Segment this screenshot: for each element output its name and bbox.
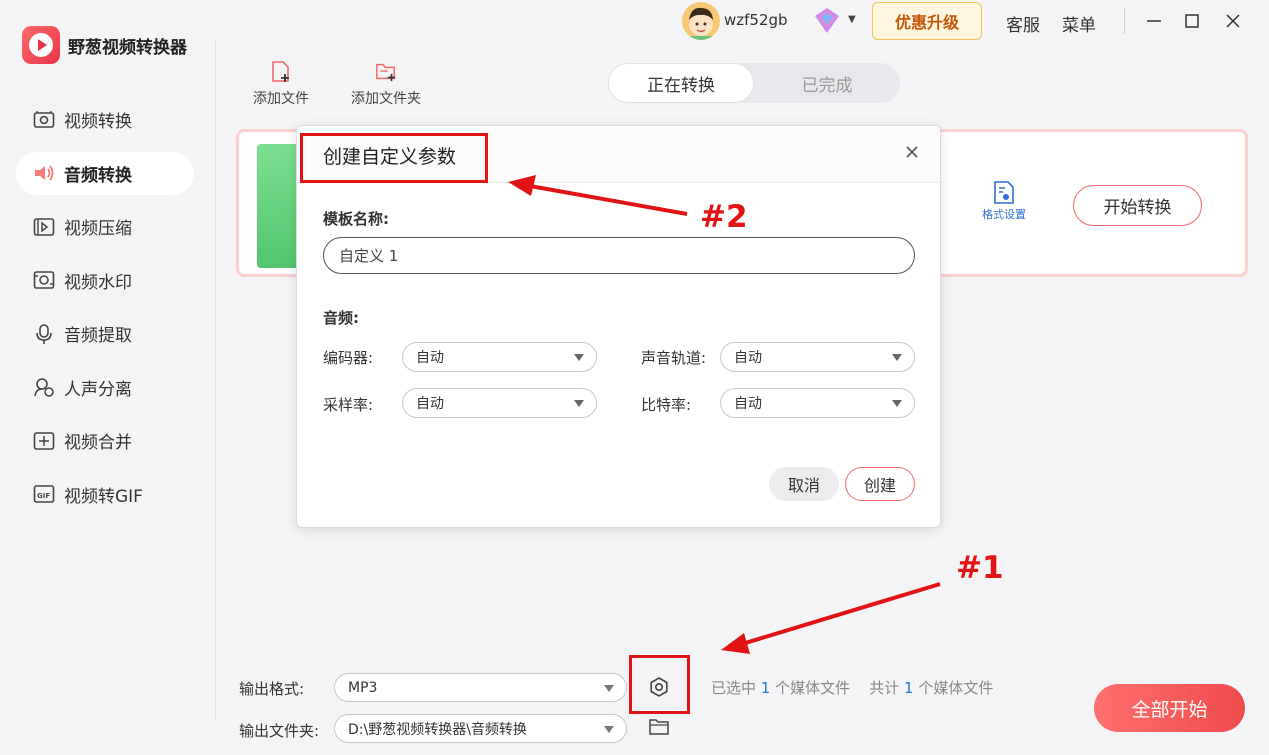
annotation-label-1: #1	[956, 550, 1004, 586]
annotation-box-2	[300, 133, 488, 183]
sample-rate-select[interactable]: 自动	[402, 388, 597, 418]
open-folder-icon[interactable]	[649, 718, 669, 736]
sidebar-item-video-to-gif[interactable]: GIF 视频转GIF	[16, 473, 194, 516]
total-prefix: 共计	[869, 679, 900, 697]
title-bar: wzf52gb ▼ 优惠升级 客服 菜单	[0, 0, 1269, 42]
selection-stats: 已选中 1 个媒体文件 共计 1 个媒体文件	[711, 677, 993, 698]
user-avatar[interactable]	[682, 2, 720, 40]
annotation-arrow-1	[721, 582, 941, 654]
add-folder-icon	[376, 63, 396, 82]
video-compress-icon	[33, 216, 55, 238]
sidebar-item-video-compress[interactable]: 视频压缩	[16, 205, 194, 248]
output-folder-value: D:\野葱视频转换器\音频转换	[348, 721, 527, 738]
sidebar-item-video-merge[interactable]: 视频合并	[16, 419, 194, 462]
caret-down-icon	[574, 400, 584, 407]
chevron-down-icon[interactable]: ▼	[848, 14, 856, 25]
caret-down-icon	[574, 354, 584, 361]
output-folder-label: 输出文件夹:	[239, 722, 320, 740]
total-count: 1	[904, 679, 914, 697]
sidebar-item-label: 音频提取	[64, 326, 132, 346]
caret-down-icon	[892, 354, 902, 361]
format-settings-label: 格式设置	[982, 208, 1026, 221]
create-button[interactable]: 创建	[845, 467, 915, 501]
vip-diamond-icon[interactable]	[812, 7, 842, 35]
close-icon[interactable]	[902, 142, 922, 162]
bitrate-value: 自动	[734, 396, 762, 412]
sidebar-item-label: 视频水印	[64, 272, 132, 293]
caret-down-icon	[604, 726, 614, 733]
add-file-label: 添加文件	[253, 91, 309, 107]
gif-icon: GIF	[33, 483, 55, 505]
selected-count: 1	[760, 679, 771, 697]
start-convert-button[interactable]: 开始转换	[1073, 185, 1202, 226]
encoder-value: 自动	[416, 350, 444, 366]
maximize-icon[interactable]	[1179, 8, 1205, 34]
sidebar: 野葱视频转换器 视频转换 音频转换 视频压缩 视频水印 音频提取 人声分离 视频…	[0, 0, 215, 755]
minimize-icon[interactable]	[1141, 8, 1167, 34]
output-folder-select[interactable]: D:\野葱视频转换器\音频转换	[334, 714, 627, 743]
output-format-value: MP3	[348, 679, 378, 696]
annotation-label-2: #2	[700, 199, 748, 235]
sidebar-divider	[215, 40, 216, 720]
sidebar-item-label: 视频压缩	[64, 219, 132, 239]
window-controls-divider	[1124, 8, 1125, 34]
encoder-select[interactable]: 自动	[402, 342, 597, 372]
start-all-button[interactable]: 全部开始	[1094, 684, 1245, 732]
format-settings-button[interactable]: 格式设置	[982, 180, 1026, 222]
template-name-input[interactable]	[323, 237, 915, 274]
vocal-separate-icon	[33, 376, 55, 398]
custom-params-dialog: 创建自定义参数 模板名称: 音频: 编码器: 自动 声音轨道: 自动 采样率: …	[296, 125, 941, 528]
tab-converting[interactable]: 正在转换	[608, 63, 754, 103]
channel-label: 声音轨道:	[641, 349, 707, 367]
svg-text:GIF: GIF	[37, 492, 50, 500]
output-format-label: 输出格式:	[239, 680, 305, 698]
channel-value: 自动	[734, 350, 762, 366]
video-convert-icon	[33, 109, 55, 131]
sidebar-nav: 视频转换 音频转换 视频压缩 视频水印 音频提取 人声分离 视频合并 GIF 视…	[16, 98, 194, 526]
total-suffix: 个媒体文件	[918, 679, 994, 697]
menu-link[interactable]: 菜单	[1062, 11, 1096, 36]
add-folder-button[interactable]: 添加文件夹	[351, 60, 421, 108]
close-window-icon[interactable]	[1220, 8, 1246, 34]
add-file-icon	[272, 61, 289, 82]
sidebar-item-label: 视频转换	[64, 112, 132, 132]
selected-prefix: 已选中	[711, 679, 757, 697]
tab-completed[interactable]: 已完成	[754, 63, 900, 103]
sample-rate-label: 采样率:	[323, 396, 374, 414]
channel-select[interactable]: 自动	[720, 342, 915, 372]
output-format-select[interactable]: MP3	[334, 673, 627, 702]
audio-section-label: 音频:	[323, 309, 359, 327]
sidebar-item-audio-extract[interactable]: 音频提取	[16, 312, 194, 355]
sidebar-item-audio-convert[interactable]: 音频转换	[16, 151, 194, 195]
upgrade-button[interactable]: 优惠升级	[872, 2, 982, 40]
caret-down-icon	[892, 400, 902, 407]
bitrate-select[interactable]: 自动	[720, 388, 915, 418]
format-settings-icon	[994, 181, 1014, 204]
sidebar-item-video-convert[interactable]: 视频转换	[16, 98, 194, 141]
username[interactable]: wzf52gb	[724, 11, 788, 29]
template-name-label: 模板名称:	[323, 210, 389, 228]
add-folder-label: 添加文件夹	[351, 91, 421, 107]
sidebar-item-video-watermark[interactable]: 视频水印	[16, 259, 194, 302]
annotation-box-1	[629, 655, 690, 714]
sidebar-item-vocal-separate[interactable]: 人声分离	[16, 366, 194, 409]
encoder-label: 编码器:	[323, 349, 374, 367]
sample-rate-value: 自动	[416, 396, 444, 412]
watermark-icon	[33, 269, 55, 291]
add-file-button[interactable]: 添加文件	[253, 60, 309, 108]
cancel-button[interactable]: 取消	[769, 467, 839, 501]
video-merge-icon	[33, 430, 55, 452]
conversion-status-tabs: 正在转换 已完成	[608, 63, 900, 103]
bitrate-label: 比特率:	[641, 396, 692, 414]
audio-extract-icon	[33, 323, 55, 345]
sidebar-item-label: 视频转GIF	[64, 486, 143, 507]
caret-down-icon	[604, 685, 614, 692]
selected-suffix: 个媒体文件	[775, 679, 851, 697]
sidebar-item-label: 音频转换	[64, 165, 132, 186]
sidebar-item-label: 人声分离	[64, 379, 132, 400]
customer-service-link[interactable]: 客服	[1006, 11, 1040, 36]
sidebar-item-label: 视频合并	[64, 433, 132, 453]
audio-convert-icon	[33, 162, 55, 184]
